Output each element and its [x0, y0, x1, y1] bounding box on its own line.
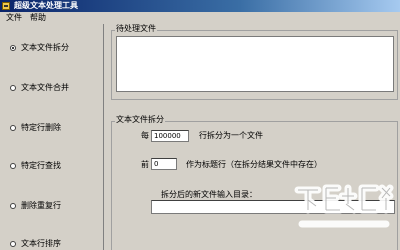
header-lines-label: 作为标题行（在拆分结果文件中存在） [186, 160, 322, 169]
menu-file[interactable]: 文件 [6, 13, 22, 23]
radio-label: 删除重复行 [21, 201, 61, 210]
lines-per-file-label: 行拆分为一个文件 [199, 131, 263, 140]
window-title: 超级文本处理工具 [14, 1, 78, 10]
pending-files-list[interactable] [116, 36, 394, 92]
split-settings-label: 文本文件拆分 [115, 115, 165, 125]
lines-per-file-input[interactable] [151, 130, 189, 142]
app-icon [2, 2, 10, 10]
every-label: 每 [141, 131, 149, 140]
radio-unselected-icon[interactable] [10, 125, 16, 131]
radio-unselected-icon[interactable] [10, 241, 16, 247]
radio-label: 特定行删除 [21, 123, 61, 132]
menu-bar: 文件 帮助 [0, 12, 400, 24]
radio-delete-lines[interactable]: 特定行删除 [10, 122, 61, 134]
radio-text-split[interactable]: 文本文件拆分 [10, 42, 69, 54]
radio-find-lines[interactable]: 特定行查找 [10, 160, 61, 172]
radio-label: 文本文件合并 [21, 83, 69, 92]
title-bar[interactable]: 超级文本处理工具 [0, 0, 400, 12]
radio-selected-icon[interactable] [10, 45, 16, 51]
function-sidebar: 文本文件拆分 文本文件合并 特定行删除 特定行查找 删除重复行 文本行排序 [0, 24, 104, 250]
radio-label: 文本文件拆分 [21, 43, 69, 52]
radio-unselected-icon[interactable] [10, 203, 16, 209]
site-watermark-logo [294, 184, 394, 228]
radio-remove-duplicates[interactable]: 删除重复行 [10, 200, 61, 212]
radio-label: 文本行排序 [21, 239, 61, 248]
header-lines-input[interactable] [151, 158, 177, 170]
menu-help[interactable]: 帮助 [30, 13, 46, 23]
radio-sort-lines[interactable]: 文本行排序 [10, 238, 61, 250]
radio-label: 特定行查找 [21, 161, 61, 170]
radio-text-merge[interactable]: 文本文件合并 [10, 82, 69, 94]
first-label: 前 [141, 160, 149, 169]
output-dir-label: 拆分后的新文件输入目录： [161, 190, 257, 199]
pending-files-label: 待处理文件 [115, 24, 157, 34]
radio-unselected-icon[interactable] [10, 163, 16, 169]
radio-unselected-icon[interactable] [10, 85, 16, 91]
